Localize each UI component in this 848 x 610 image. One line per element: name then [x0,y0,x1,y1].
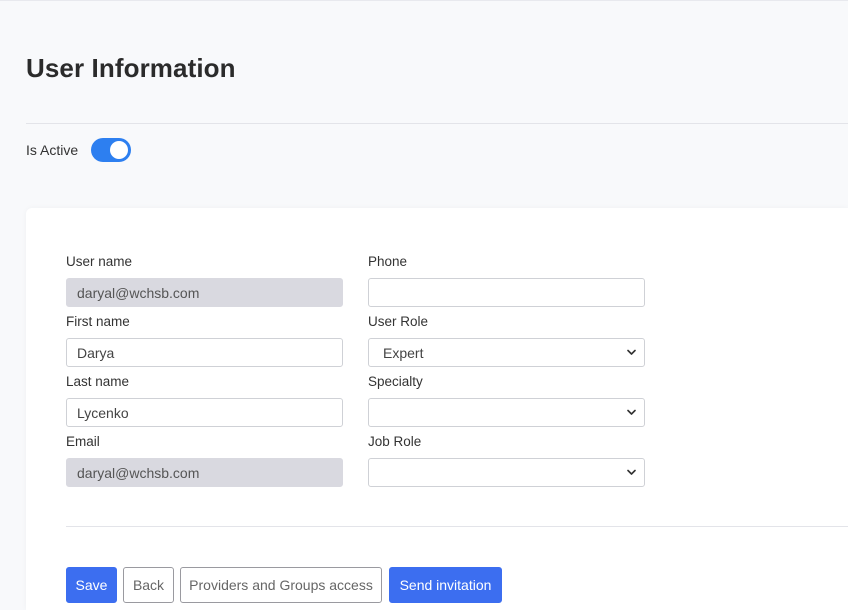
username-label: User name [66,254,133,269]
phone-input[interactable] [368,278,645,307]
send-invitation-button[interactable]: Send invitation [389,567,502,603]
user-form-card: User name daryal@wchsb.com First name Da… [26,208,848,610]
save-button[interactable]: Save [66,567,117,603]
form-divider [66,526,848,527]
chevron-down-icon [627,409,636,415]
page-title: User Information [26,53,236,83]
username-field: daryal@wchsb.com [66,278,343,307]
chevron-down-icon [627,469,636,475]
chevron-down-icon [627,349,636,355]
last-name-input[interactable]: Lycenko [66,398,343,427]
email-field: daryal@wchsb.com [66,458,343,487]
job-role-label: Job Role [368,434,422,449]
specialty-label: Specialty [368,374,423,389]
user-role-label: User Role [368,314,429,329]
is-active-label: Is Active [26,142,79,158]
first-name-input[interactable]: Darya [66,338,343,367]
job-role-select[interactable] [368,458,645,487]
user-role-select[interactable]: Expert [368,338,645,367]
specialty-select[interactable] [368,398,645,427]
last-name-label: Last name [66,374,130,389]
phone-label: Phone [368,254,408,269]
back-button[interactable]: Back [123,567,174,603]
email-label: Email [66,434,100,449]
user-role-value: Expert [383,344,424,361]
top-border [0,0,848,1]
is-active-toggle[interactable] [91,138,132,162]
is-active-row: Is Active [26,137,132,163]
header-divider [26,123,848,124]
providers-groups-access-button[interactable]: Providers and Groups access [180,567,382,603]
first-name-label: First name [66,314,130,329]
toggle-knob [110,141,129,159]
